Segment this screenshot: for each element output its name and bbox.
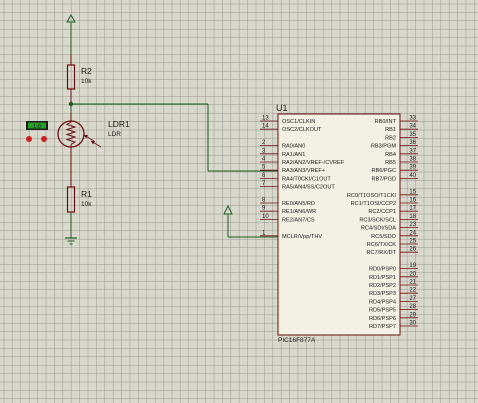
schematic-canvas: R2 10k LDR1 LDR 1.0 R1 10k U1 PIC16F877A… [0,0,478,403]
pic-microcontroller-u1[interactable]: U1 PIC16F877A 13 OSC1/CLKIN 14 OSC2/CLKOUT 2… [260,103,418,344]
pin-label: RD1/PSP1 [369,275,396,281]
pin-number: 18 [409,214,416,220]
pin-label: RB3/PGM [371,144,397,150]
pin-number: 16 [409,198,416,204]
pin-number: 17 [409,206,416,212]
pin-label: RE1/AN6/WR [282,209,316,215]
pin-label: RD3/PSP3 [369,291,396,297]
pin-label: RB2 [385,135,396,141]
pin-label: RD0/PSP0 [369,267,396,273]
pin-number: 19 [409,263,416,269]
pin-number: 36 [409,140,416,146]
pin-number: 27 [409,296,416,302]
pin-label: RB4 [385,152,396,158]
pin-number: 38 [409,157,416,163]
pin-label: RA4/T0CKI/C1OUT [282,176,331,182]
pin-number: 23 [409,222,416,228]
pin-label: RD5/PSP5 [369,308,396,314]
pin-label: RB7/PGD [371,176,396,182]
pin-label: RB6/PGC [371,168,396,174]
pin-label: RC6/TX/CK [367,242,396,248]
ldr-value: LDR [108,131,121,138]
pin-label: RC1/T1OSI/CCP2 [351,201,396,207]
pin-number: 33 [409,116,416,122]
pin-number: 21 [409,280,416,286]
pin-number: 25 [409,239,416,245]
pin-number: 22 [409,288,416,294]
pin-label: RD7/PSP7 [369,324,396,330]
pin-number: 26 [409,247,416,253]
pin-label: RC5/SDO [371,234,397,240]
pin-number: 37 [409,148,416,154]
pin-number: 20 [409,271,416,277]
pin-label: RA2/AN2/VREF-/CVREF [282,160,345,166]
junction-dot [68,101,74,107]
pin-number: 30 [409,321,416,327]
pin-label: OSC2/CLKOUT [282,127,322,133]
pin-label: RB0/INT [375,119,397,125]
pin-label: RA5/AN4/SS/C2OUT [282,185,335,191]
pin-number: 14 [262,124,269,130]
ldr-ref: LDR1 [108,119,130,129]
pin-label: RD2/PSP2 [369,283,396,289]
pin-number: 10 [262,214,269,220]
r2-value: 10k [81,78,92,85]
pin-label: RA1/AN1 [282,152,305,158]
pin-label: RC0/T1OSO/T1CKI [347,193,397,199]
pin-number: 24 [409,230,416,236]
pin-label: RC7/RX/DT [366,250,396,256]
ldr-decrease-button[interactable] [26,136,32,142]
pin-label: RD4/PSP4 [369,299,396,305]
pin-label: RE0/AN5/RD [282,201,315,207]
ldr-light-level: 1.0 [33,124,41,130]
pin-label: RB1 [385,127,396,133]
pin-label: RA0/AN0 [282,144,305,150]
pin-label: RA3/AN3/VREF+ [282,168,325,174]
pin-label: RC2/CCP1 [368,209,396,215]
r2-ref: R2 [81,66,92,76]
grid [0,0,478,403]
pin-number: 40 [409,173,416,179]
r1-ref: R1 [81,189,92,199]
pin-number: 13 [262,116,269,122]
pin-label: RD6/PSP6 [369,316,396,322]
pin-label: MCLR/Vpp/THV [282,234,322,240]
pin-label: RB5 [385,160,396,166]
pin-number: 28 [409,304,416,310]
wire-ldr-to-ra0 [68,101,278,172]
r1-value: 10k [81,201,92,208]
ldr1-sensor[interactable]: LDR1 LDR [57,113,130,154]
pin-label: RC3/SCK/SCL [359,217,396,223]
pin-number: 15 [409,189,416,195]
u1-part: PIC16F877A [278,337,316,344]
pin-label: RE2/AN7/CS [282,217,315,223]
pin-number: 39 [409,165,416,171]
pin-number: 35 [409,132,416,138]
u1-ref: U1 [276,103,288,113]
pin-number: 29 [409,312,416,318]
ldr-increase-button[interactable] [41,136,47,142]
mclr-power-terminal[interactable] [223,204,278,238]
pin-label: OSC1/CLKIN [282,119,315,125]
pin-label: RC4/SDI/SDA [361,226,396,232]
pin-number: 34 [409,124,416,130]
